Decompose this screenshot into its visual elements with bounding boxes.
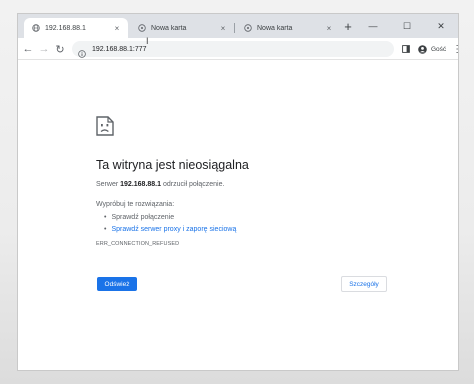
- suggestion-list: Sprawdź połączenie Sprawdź serwer proxy …: [104, 212, 236, 236]
- minimize-button[interactable]: —: [356, 14, 390, 38]
- suggestion-proxy-firewall-link[interactable]: Sprawdź serwer proxy i zaporę sieciową: [111, 226, 236, 233]
- tab-title: Nowa karta: [257, 24, 293, 32]
- error-title: Ta witryna jest nieosiągalna: [96, 158, 249, 172]
- tab-close-icon[interactable]: ×: [324, 24, 334, 33]
- globe-icon: [32, 24, 40, 32]
- server-suffix: odrzucił połączenie.: [162, 181, 225, 188]
- sad-page-icon: [96, 116, 114, 136]
- toolbar-actions: Gość ⋮: [400, 41, 458, 57]
- tab-title: 192.168.88.1: [45, 24, 86, 32]
- error-page: Ta witryna jest nieosiągalna Serwer 192.…: [18, 60, 458, 370]
- close-window-button[interactable]: ✕: [424, 14, 458, 38]
- text-cursor-icon: I: [146, 36, 149, 46]
- tab-separator: [234, 23, 235, 33]
- menu-button[interactable]: ⋮: [452, 44, 458, 55]
- reload-button[interactable]: ↻: [52, 41, 68, 57]
- tab-strip: 192.168.88.1 × Nowa karta × Nowa karta ×…: [18, 14, 458, 38]
- tab-close-icon[interactable]: ×: [112, 24, 122, 33]
- info-icon[interactable]: [78, 45, 86, 58]
- tab-title: Nowa karta: [151, 24, 187, 32]
- forward-button[interactable]: →: [36, 41, 52, 57]
- new-tab-page-icon: [244, 24, 252, 32]
- try-label: Wypróbuj te rozwiązania:: [96, 201, 175, 208]
- tab-192-168-88-1[interactable]: 192.168.88.1 ×: [24, 18, 128, 38]
- server-host: 192.168.88.1: [120, 181, 162, 188]
- details-button[interactable]: Szczegóły: [341, 276, 387, 292]
- browser-window: 192.168.88.1 × Nowa karta × Nowa karta ×…: [18, 14, 458, 370]
- new-tab-button[interactable]: +: [340, 19, 356, 35]
- list-item: Sprawdź serwer proxy i zaporę sieciową: [104, 224, 236, 236]
- tab-nowa-karta-2[interactable]: Nowa karta ×: [236, 18, 340, 38]
- guest-label[interactable]: Gość: [431, 46, 446, 53]
- tab-nowa-karta-1[interactable]: Nowa karta ×: [130, 18, 234, 38]
- address-bar[interactable]: [72, 41, 394, 58]
- maximize-button[interactable]: ☐: [390, 14, 424, 38]
- url-input[interactable]: [92, 45, 212, 53]
- list-item: Sprawdź połączenie: [104, 212, 236, 224]
- suggestion-check-connection: Sprawdź połączenie: [111, 214, 175, 221]
- error-code: ERR_CONNECTION_REFUSED: [96, 241, 180, 247]
- error-description: Serwer 192.168.88.1 odrzucił połączenie.: [96, 181, 224, 188]
- new-tab-page-icon: [138, 24, 146, 32]
- server-prefix: Serwer: [96, 181, 119, 188]
- sidebar-icon[interactable]: [400, 45, 412, 53]
- toolbar: ← → ↻ Gość ⋮: [18, 38, 458, 60]
- back-button[interactable]: ←: [20, 41, 36, 57]
- reload-page-button[interactable]: Odśwież: [97, 277, 137, 291]
- tab-close-icon[interactable]: ×: [218, 24, 228, 33]
- guest-avatar-icon[interactable]: [416, 44, 428, 54]
